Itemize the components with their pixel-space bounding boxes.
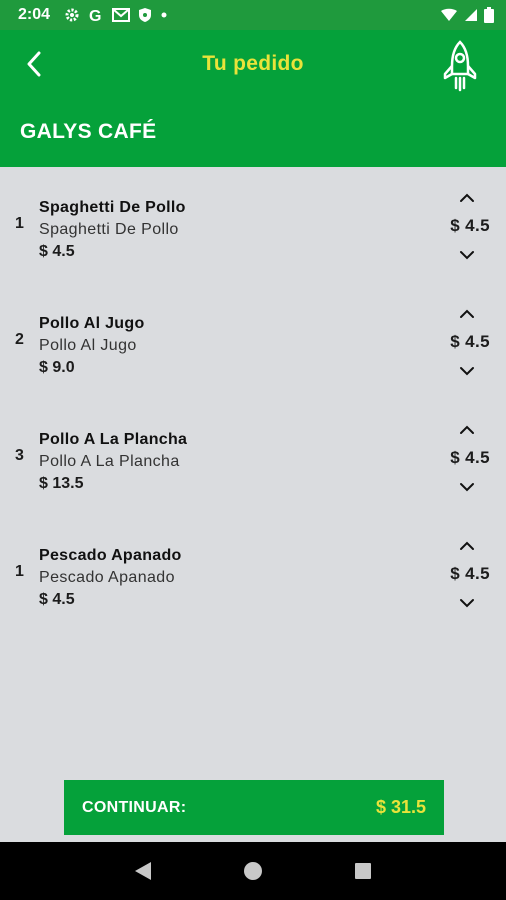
item-unit-price: $ 4.5 — [450, 564, 490, 583]
item-description: Spaghetti De Pollo — [39, 221, 179, 238]
order-item: 3 Pollo A La Plancha Pollo A La Plancha … — [0, 399, 506, 515]
wifi-icon — [440, 8, 458, 22]
item-description: Pollo Al Jugo — [39, 337, 137, 354]
settings-icon — [64, 7, 80, 23]
battery-icon — [484, 7, 494, 23]
item-quantity: 1 — [15, 563, 24, 580]
decrease-quantity-button[interactable] — [458, 249, 476, 261]
item-name: Spaghetti De Pollo — [39, 199, 186, 216]
triangle-back-icon — [135, 862, 151, 880]
item-description: Pescado Apanado — [39, 569, 175, 586]
continue-button[interactable]: CONTINUAR: $ 31.5 — [64, 780, 444, 835]
gmail-icon — [112, 8, 131, 22]
restaurant-name: GALYS CAFÉ — [20, 120, 157, 143]
google-icon: G — [88, 7, 104, 23]
status-icons-left: G — [64, 7, 168, 23]
increase-quantity-button[interactable] — [458, 192, 476, 204]
item-subtotal: $ 9.0 — [39, 359, 75, 376]
item-name: Pescado Apanado — [39, 547, 182, 564]
continue-label: CONTINUAR: — [82, 798, 187, 816]
order-total: $ 31.5 — [375, 797, 426, 817]
order-item: 1 Pescado Apanado Pescado Apanado $ 4.5 … — [0, 515, 506, 631]
nav-back-button[interactable] — [123, 851, 163, 891]
circle-home-icon — [244, 862, 262, 880]
decrease-quantity-button[interactable] — [458, 365, 476, 377]
chevron-down-icon — [460, 367, 474, 376]
chevron-up-icon — [460, 541, 474, 550]
shield-icon — [138, 7, 152, 23]
item-name: Pollo Al Jugo — [39, 315, 145, 332]
item-subtotal: $ 4.5 — [39, 591, 75, 608]
item-unit-price: $ 4.5 — [450, 216, 490, 235]
chevron-down-icon — [460, 251, 474, 260]
rocket-icon — [442, 40, 478, 96]
item-quantity: 3 — [15, 447, 24, 464]
order-list: 1 Spaghetti De Pollo Spaghetti De Pollo … — [0, 167, 506, 631]
item-subtotal: $ 4.5 — [39, 243, 75, 260]
item-description: Pollo A La Plancha — [39, 453, 180, 470]
item-unit-price: $ 4.5 — [450, 332, 490, 351]
dot-icon — [160, 11, 168, 19]
app-header: Tu pedido GALYS CAFÉ — [0, 30, 506, 167]
item-unit-price: $ 4.5 — [450, 448, 490, 467]
chevron-up-icon — [460, 425, 474, 434]
status-time: 2:04 — [18, 6, 51, 23]
page-title: Tu pedido — [202, 52, 304, 75]
order-item: 1 Spaghetti De Pollo Spaghetti De Pollo … — [0, 167, 506, 283]
decrease-quantity-button[interactable] — [458, 597, 476, 609]
item-name: Pollo A La Plancha — [39, 431, 188, 448]
signal-icon — [464, 8, 478, 22]
order-item: 2 Pollo Al Jugo Pollo Al Jugo $ 9.0 $ 4.… — [0, 283, 506, 399]
item-subtotal: $ 13.5 — [39, 475, 84, 492]
increase-quantity-button[interactable] — [458, 424, 476, 436]
chevron-down-icon — [460, 483, 474, 492]
square-recents-icon — [355, 863, 371, 879]
status-bar: 2:04 G — [0, 0, 506, 30]
rocket-button[interactable] — [442, 40, 478, 92]
svg-text:G: G — [89, 8, 101, 23]
item-quantity: 2 — [15, 331, 24, 348]
increase-quantity-button[interactable] — [458, 308, 476, 320]
chevron-down-icon — [460, 599, 474, 608]
system-nav-bar — [0, 842, 506, 900]
status-icons-right — [440, 7, 494, 23]
nav-home-button[interactable] — [233, 851, 273, 891]
increase-quantity-button[interactable] — [458, 540, 476, 552]
chevron-up-icon — [460, 309, 474, 318]
chevron-up-icon — [460, 193, 474, 202]
nav-recents-button[interactable] — [343, 851, 383, 891]
decrease-quantity-button[interactable] — [458, 481, 476, 493]
item-quantity: 1 — [15, 215, 24, 232]
